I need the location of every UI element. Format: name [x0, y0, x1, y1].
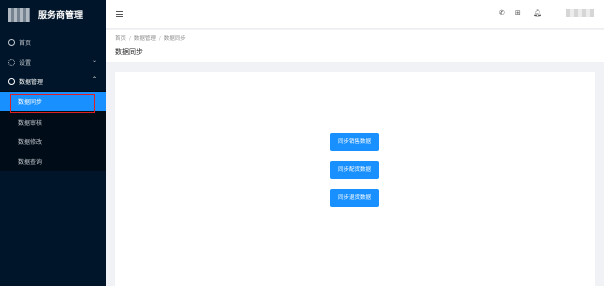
sync-sales-button[interactable]: 同步销售数据: [330, 133, 379, 151]
sidebar-item-home[interactable]: 首页: [0, 34, 106, 52]
sidebar-subitem-data-sync[interactable]: 数据同步: [0, 92, 106, 113]
sidebar-item-label: 数据修改: [18, 139, 43, 146]
sidebar-item-label: 设置: [19, 60, 32, 67]
menu-fold-icon[interactable]: [116, 11, 123, 17]
sidebar-subitem-data-edit[interactable]: 数据修改: [0, 132, 106, 151]
chevron-up-icon: ⌃: [91, 76, 97, 83]
sidebar-item-label: 数据查询: [18, 159, 43, 166]
sidebar-item-label: 首页: [19, 40, 32, 47]
breadcrumb-separator: /: [158, 36, 161, 42]
top-header: ✆ ⊞ 🔔︎: [106, 0, 604, 29]
sidebar-item-label: 数据同步: [18, 99, 43, 106]
sidebar-item-data-management[interactable]: 数据管理 ⌃: [0, 73, 106, 91]
sync-returns-button[interactable]: 同步退货数据: [330, 189, 379, 207]
page-header: 首页 / 数据管理 / 数据同步 数据同步: [106, 30, 604, 62]
sidebar: 服务商管理 首页 设置 ⌄ 数据管理 ⌃ 数据同步 数据审核 数据修改 数据查询: [0, 0, 106, 286]
breadcrumb-separator: /: [129, 36, 131, 42]
page-title: 数据同步: [115, 48, 143, 56]
home-icon: [8, 39, 15, 46]
app-title: 服务商管理: [38, 11, 84, 21]
grid-icon[interactable]: ⊞: [515, 9, 521, 17]
breadcrumb-item-home[interactable]: 首页: [115, 36, 126, 42]
data-icon: [8, 78, 15, 85]
sidebar-subitem-data-query[interactable]: 数据查询: [0, 152, 106, 171]
content-card: 同步销售数据 同步配货数据 同步退货数据: [115, 72, 595, 286]
sidebar-item-settings[interactable]: 设置 ⌄: [0, 54, 106, 72]
logo-row[interactable]: 服务商管理: [0, 0, 106, 30]
gear-icon: [8, 59, 15, 66]
sidebar-item-label: 数据管理: [19, 79, 44, 86]
chevron-down-icon: ⌄: [91, 57, 97, 64]
sidebar-item-label: 数据审核: [18, 120, 43, 127]
avatar[interactable]: [566, 9, 594, 17]
breadcrumb: 首页 / 数据管理 / 数据同步: [115, 34, 186, 42]
sidebar-subitem-data-review[interactable]: 数据审核: [0, 113, 106, 132]
phone-icon[interactable]: ✆: [499, 9, 505, 17]
logo-image: [8, 8, 30, 22]
breadcrumb-item-current: 数据同步: [163, 36, 186, 42]
sync-config-button[interactable]: 同步配货数据: [330, 161, 379, 179]
bell-icon[interactable]: 🔔︎: [533, 9, 542, 17]
breadcrumb-item-data-management[interactable]: 数据管理: [134, 36, 156, 42]
